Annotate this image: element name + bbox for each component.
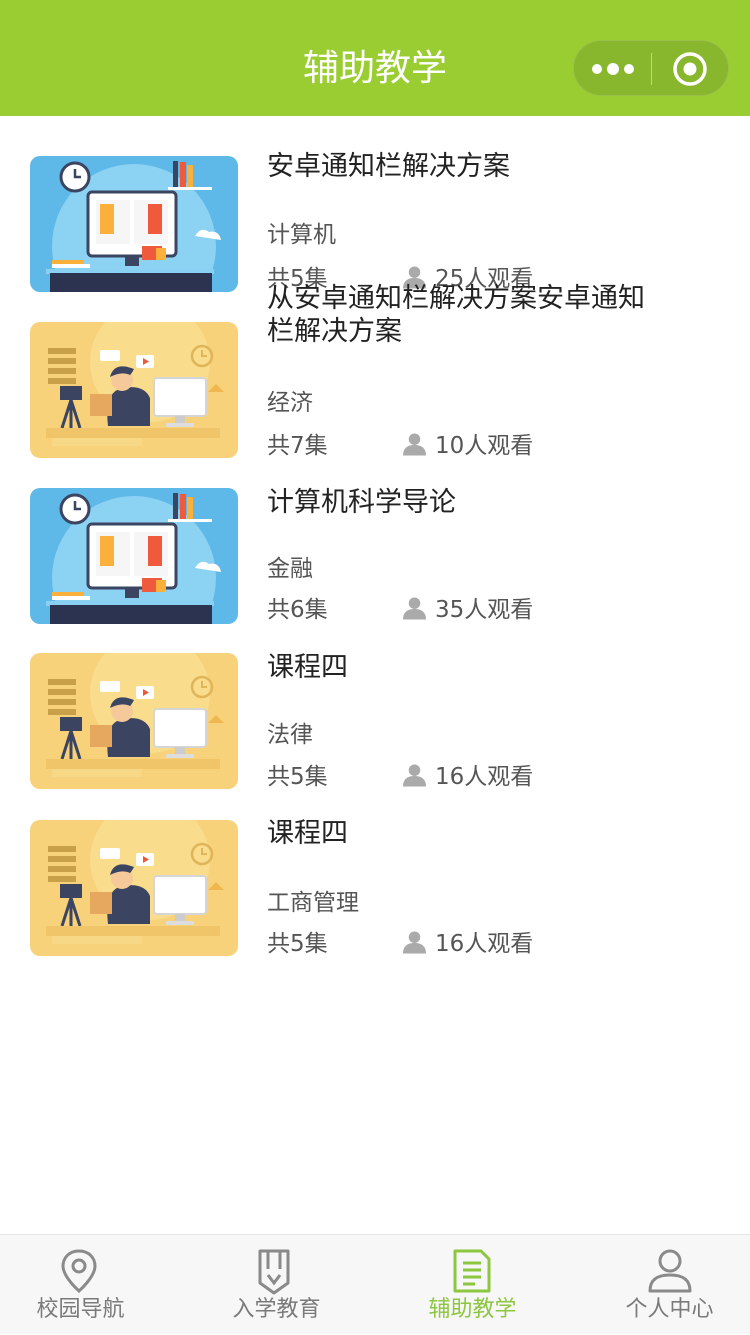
course-thumbnail — [30, 322, 238, 458]
navigation-bar: 辅助教学 — [0, 0, 750, 116]
bookmark-badge-icon — [258, 1249, 290, 1295]
tab-campus-navigation[interactable]: 校园导航 — [0, 1235, 187, 1335]
person-icon — [648, 1249, 692, 1293]
course-item[interactable]: 安卓通知栏解决方案 计算机 共5集 25人观看 — [0, 116, 750, 292]
course-title[interactable]: 从安卓通知栏解决方案安卓通知栏解决方案 — [267, 282, 667, 348]
tab-assisted-teaching[interactable]: 辅助教学 — [375, 1235, 562, 1335]
tab-label: 个人中心 — [625, 1297, 714, 1322]
tab-enrollment-education[interactable]: 入学教育 — [187, 1235, 374, 1335]
tab-label: 校园导航 — [36, 1297, 125, 1322]
course-viewers: 16人观看 — [435, 931, 534, 957]
more-dots-icon[interactable] — [590, 55, 636, 83]
course-episodes: 共5集 — [267, 931, 328, 957]
bottom-tab-bar: 校园导航 入学教育 辅助教学 个人中心 — [0, 1234, 750, 1334]
course-title[interactable]: 课程四 — [267, 651, 667, 684]
course-title[interactable]: 计算机科学导论 — [267, 486, 667, 519]
course-title[interactable]: 课程四 — [267, 817, 667, 850]
course-thumbnail — [30, 488, 238, 624]
course-thumbnail — [30, 653, 238, 789]
course-item[interactable]: 从安卓通知栏解决方案安卓通知栏解决方案 经济 共7集 10人观看 — [0, 282, 750, 459]
course-item[interactable]: 课程四 工商管理 共5集 16人观看 — [0, 780, 750, 957]
tab-label: 入学教育 — [232, 1297, 321, 1322]
course-item[interactable]: 计算机科学导论 金融 共6集 35人观看 — [0, 448, 750, 624]
mini-program-capsule — [573, 40, 729, 96]
course-category: 经济 — [267, 390, 313, 416]
course-category: 计算机 — [267, 222, 336, 248]
course-thumbnail — [30, 820, 238, 956]
tab-personal-center[interactable]: 个人中心 — [562, 1235, 749, 1335]
course-thumbnail — [30, 156, 238, 292]
course-item[interactable]: 课程四 法律 共5集 16人观看 — [0, 613, 750, 790]
capsule-divider — [651, 53, 652, 85]
tab-label: 辅助教学 — [428, 1297, 517, 1322]
location-pin-icon — [61, 1249, 97, 1293]
course-title[interactable]: 安卓通知栏解决方案 — [267, 150, 667, 183]
course-category: 金融 — [267, 556, 313, 582]
course-category: 工商管理 — [267, 890, 359, 916]
document-icon — [453, 1249, 491, 1293]
target-close-icon[interactable] — [672, 51, 708, 87]
person-icon — [403, 931, 426, 954]
course-category: 法律 — [267, 722, 313, 748]
